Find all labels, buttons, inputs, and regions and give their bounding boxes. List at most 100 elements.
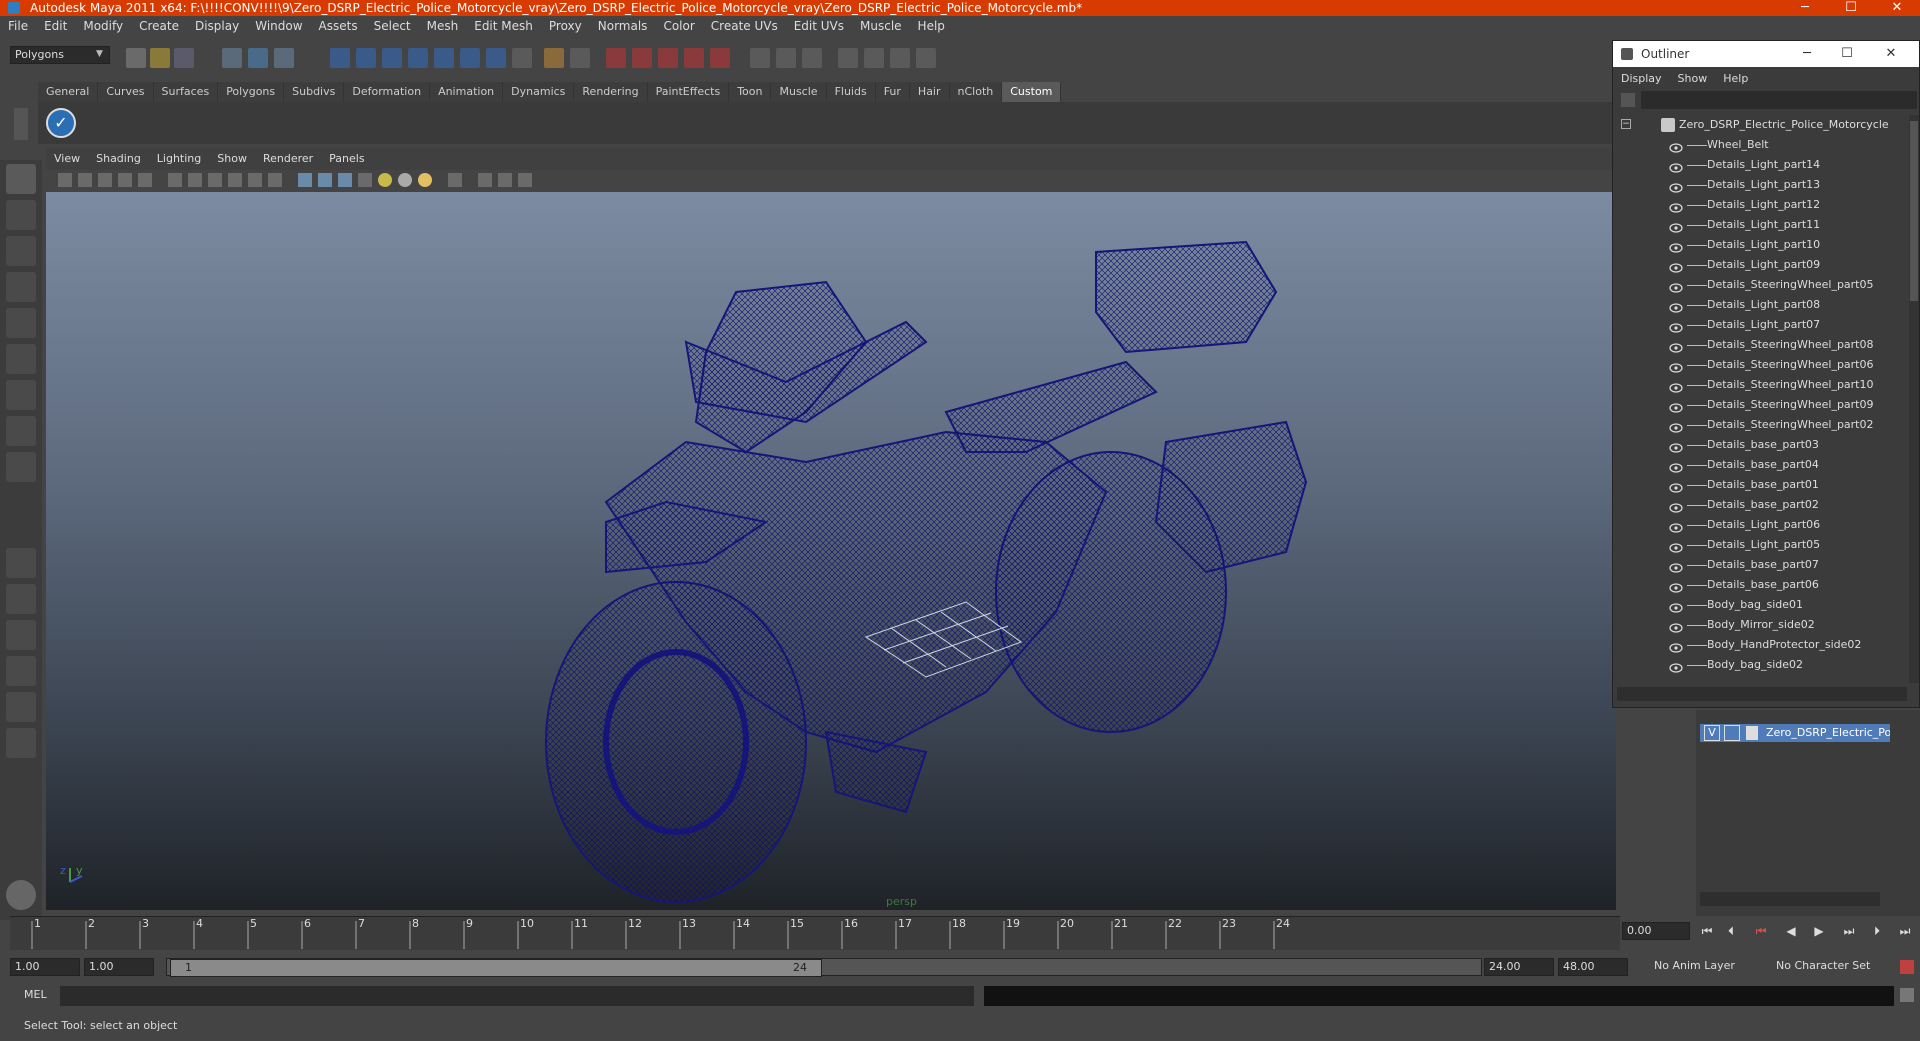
- step-forward-frame-icon[interactable]: ⏭: [1840, 922, 1858, 940]
- outliner-item[interactable]: Details_SteeringWheel_part09: [1617, 395, 1907, 415]
- outliner-minimize-button[interactable]: ─: [1787, 41, 1827, 67]
- show-manipulator-icon[interactable]: [6, 452, 36, 482]
- outliner-item[interactable]: Details_SteeringWheel_part06: [1617, 355, 1907, 375]
- menu-assets[interactable]: Assets: [311, 16, 366, 36]
- viewport-menu-view[interactable]: View: [46, 150, 88, 168]
- script-editor-icon[interactable]: [1900, 988, 1914, 1002]
- layer-horizontal-scrollbar[interactable]: [1700, 892, 1880, 906]
- viewport-menu-shading[interactable]: Shading: [88, 150, 149, 168]
- four-view-layout-icon[interactable]: [6, 584, 36, 614]
- range-slider-handle[interactable]: 1 24: [170, 959, 822, 977]
- tab-animation[interactable]: Animation: [430, 82, 504, 102]
- render-settings-icon[interactable]: [658, 48, 678, 68]
- default-lighting-icon[interactable]: [378, 173, 392, 187]
- outliner-item[interactable]: Details_base_part03: [1617, 435, 1907, 455]
- construction-history-icon[interactable]: [486, 48, 506, 68]
- scale-tool-icon[interactable]: [6, 344, 36, 374]
- outliner-item[interactable]: Details_Light_part12: [1617, 195, 1907, 215]
- select-component-icon[interactable]: [274, 48, 294, 68]
- snap-grid-icon[interactable]: [330, 48, 350, 68]
- tab-painteffects[interactable]: PaintEffects: [647, 82, 730, 102]
- step-back-key-icon[interactable]: ⏴: [1722, 922, 1740, 940]
- history-icon[interactable]: [460, 48, 480, 68]
- outliner-item[interactable]: Details_Light_part14: [1617, 155, 1907, 175]
- menu-color[interactable]: Color: [655, 16, 702, 36]
- menu-edit[interactable]: Edit: [36, 16, 75, 36]
- menu-help[interactable]: Help: [910, 16, 953, 36]
- menu-mesh[interactable]: Mesh: [419, 16, 467, 36]
- help-icon[interactable]: [512, 48, 532, 68]
- viewport-menu-lighting[interactable]: Lighting: [149, 150, 209, 168]
- lasso-tool-icon[interactable]: [6, 200, 36, 230]
- outliner-item[interactable]: Details_Light_part05: [1617, 535, 1907, 555]
- outliner-item[interactable]: Details_base_part04: [1617, 455, 1907, 475]
- outliner-horizontal-scrollbar[interactable]: [1617, 687, 1907, 701]
- hypergraph-icon[interactable]: [890, 48, 910, 68]
- tab-polygons[interactable]: Polygons: [218, 82, 285, 102]
- wireframe-on-shaded-icon[interactable]: [338, 173, 352, 187]
- tab-toon[interactable]: Toon: [729, 82, 772, 102]
- play-backwards-icon[interactable]: ◀: [1782, 922, 1800, 940]
- outliner-item[interactable]: Details_base_part06: [1617, 575, 1907, 595]
- outliner-item[interactable]: Details_SteeringWheel_part10: [1617, 375, 1907, 395]
- tab-general[interactable]: General: [38, 82, 99, 102]
- outliner-root-item[interactable]: − Zero_DSRP_Electric_Police_Motorcycle: [1617, 115, 1907, 135]
- step-back-frame-icon[interactable]: ⏮: [1752, 922, 1770, 940]
- layer-visibility-toggle[interactable]: V: [1704, 725, 1720, 741]
- animation-end-field[interactable]: 48.00: [1558, 958, 1628, 976]
- anim-layer-selector[interactable]: No Anim Layer: [1650, 958, 1760, 976]
- hypershade-icon[interactable]: [684, 48, 704, 68]
- tool-settings-icon[interactable]: [776, 48, 796, 68]
- viewport-menu-renderer[interactable]: Renderer: [255, 150, 321, 168]
- textured-icon[interactable]: [358, 173, 372, 187]
- all-lights-icon[interactable]: [398, 173, 412, 187]
- shelf-menu-icon[interactable]: [14, 108, 28, 140]
- select-tool-icon[interactable]: [6, 164, 36, 194]
- checkmark-icon[interactable]: ✓: [46, 108, 76, 138]
- auto-key-icon[interactable]: [1900, 960, 1914, 974]
- tab-deformation[interactable]: Deformation: [344, 82, 431, 102]
- graph-editor-icon[interactable]: [864, 48, 884, 68]
- outliner-item[interactable]: Details_base_part07: [1617, 555, 1907, 575]
- persp-outliner-layout-icon[interactable]: [6, 620, 36, 650]
- outliner-toggle-icon[interactable]: [838, 48, 858, 68]
- outliner-item[interactable]: Wheel_Belt: [1617, 135, 1907, 155]
- persp-uv-layout-icon[interactable]: [6, 728, 36, 758]
- tab-muscle[interactable]: Muscle: [771, 82, 827, 102]
- magnet-icon[interactable]: [544, 48, 564, 68]
- tab-rendering[interactable]: Rendering: [574, 82, 648, 102]
- 2d-pan-zoom-icon[interactable]: [138, 173, 152, 187]
- ipr-render-icon[interactable]: [632, 48, 652, 68]
- outliner-item[interactable]: Body_HandProtector_side02: [1617, 635, 1907, 655]
- menu-display[interactable]: Display: [187, 16, 247, 36]
- paint-select-tool-icon[interactable]: [6, 236, 36, 266]
- tab-subdivs[interactable]: Subdivs: [284, 82, 345, 102]
- new-scene-icon[interactable]: [126, 48, 146, 68]
- snap-point-icon[interactable]: [382, 48, 402, 68]
- tab-curves[interactable]: Curves: [98, 82, 154, 102]
- layout-options-icon[interactable]: [6, 764, 36, 794]
- perspective-viewport[interactable]: z y persp: [46, 192, 1616, 910]
- snap-surface-icon[interactable]: [434, 48, 454, 68]
- outliner-filter-input[interactable]: [1641, 91, 1917, 109]
- menu-normals[interactable]: Normals: [590, 16, 656, 36]
- menu-file[interactable]: File: [0, 16, 36, 36]
- tab-ncloth[interactable]: nCloth: [949, 82, 1003, 102]
- menu-select[interactable]: Select: [366, 16, 419, 36]
- smooth-shade-icon[interactable]: [318, 173, 332, 187]
- soft-modification-icon[interactable]: [6, 416, 36, 446]
- render-view-icon[interactable]: [710, 48, 730, 68]
- mode-selector[interactable]: Polygons: [10, 46, 110, 64]
- tab-surfaces[interactable]: Surfaces: [153, 82, 219, 102]
- create-bar-icon[interactable]: [6, 880, 36, 910]
- outliner-item[interactable]: Details_base_part02: [1617, 495, 1907, 515]
- universal-manipulator-icon[interactable]: [6, 380, 36, 410]
- outliner-item[interactable]: Body_bag_side01: [1617, 595, 1907, 615]
- go-to-start-icon[interactable]: ⏮: [1698, 922, 1716, 940]
- persp-graph-layout-icon[interactable]: [6, 656, 36, 686]
- outliner-item[interactable]: Details_Light_part13: [1617, 175, 1907, 195]
- outliner-item[interactable]: Details_Light_part10: [1617, 235, 1907, 255]
- tab-dynamics[interactable]: Dynamics: [503, 82, 575, 102]
- time-slider[interactable]: 1 2 3 4 5 6 7 8 9 10 11 12 13 14 15 16 17 18 19 20 21 22 23 24: [10, 916, 1620, 950]
- attribute-editor-icon[interactable]: [750, 48, 770, 68]
